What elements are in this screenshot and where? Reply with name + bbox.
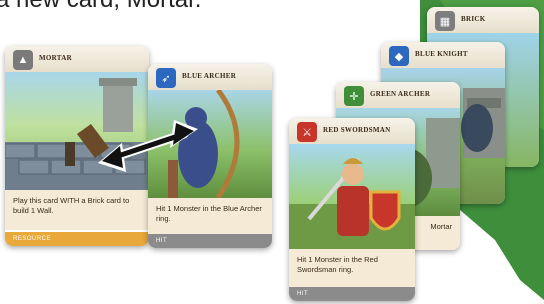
card-brick-name: BRICK <box>461 15 486 23</box>
red-swordsman-icon: ⚔ <box>297 122 317 142</box>
card-red-swordsman-name: RED SWORDSMAN <box>323 126 391 134</box>
card-green-archer-name: GREEN ARCHER <box>370 90 431 98</box>
swap-arrow-icon <box>98 120 198 172</box>
blue-knight-icon: ◆ <box>389 46 409 66</box>
red-swordsman-art <box>289 157 415 249</box>
card-mortar-name: MORTAR <box>39 54 72 62</box>
mortar-icon: ▲ <box>13 50 33 70</box>
brick-icon: ▦ <box>435 11 455 31</box>
card-green-archer-text: Mortar <box>430 222 452 231</box>
card-red-swordsman-text: Hit 1 Monster in the Red Swordsman ring. <box>297 255 378 275</box>
card-red-swordsman[interactable]: ⚔ RED SWORDSMAN Hit 1 Monster in the Red… <box>289 118 415 301</box>
card-blue-archer-text: Hit 1 Monster in the Blue Archer ring. <box>156 204 262 224</box>
card-blue-knight-name: BLUE KNIGHT <box>415 50 468 58</box>
card-mortar-text: Play this card WITH a Brick card to buil… <box>13 196 130 216</box>
card-blue-archer-name: BLUE ARCHER <box>182 72 237 80</box>
card-mortar-type: RESOURCE <box>5 232 149 246</box>
blue-archer-icon: ➶ <box>156 68 176 88</box>
card-blue-archer-type: HIT <box>148 234 272 248</box>
caption-text: a new card, Mortar. <box>0 0 201 14</box>
card-red-swordsman-type: HIT <box>289 287 415 301</box>
green-archer-icon: ✛ <box>344 86 364 106</box>
